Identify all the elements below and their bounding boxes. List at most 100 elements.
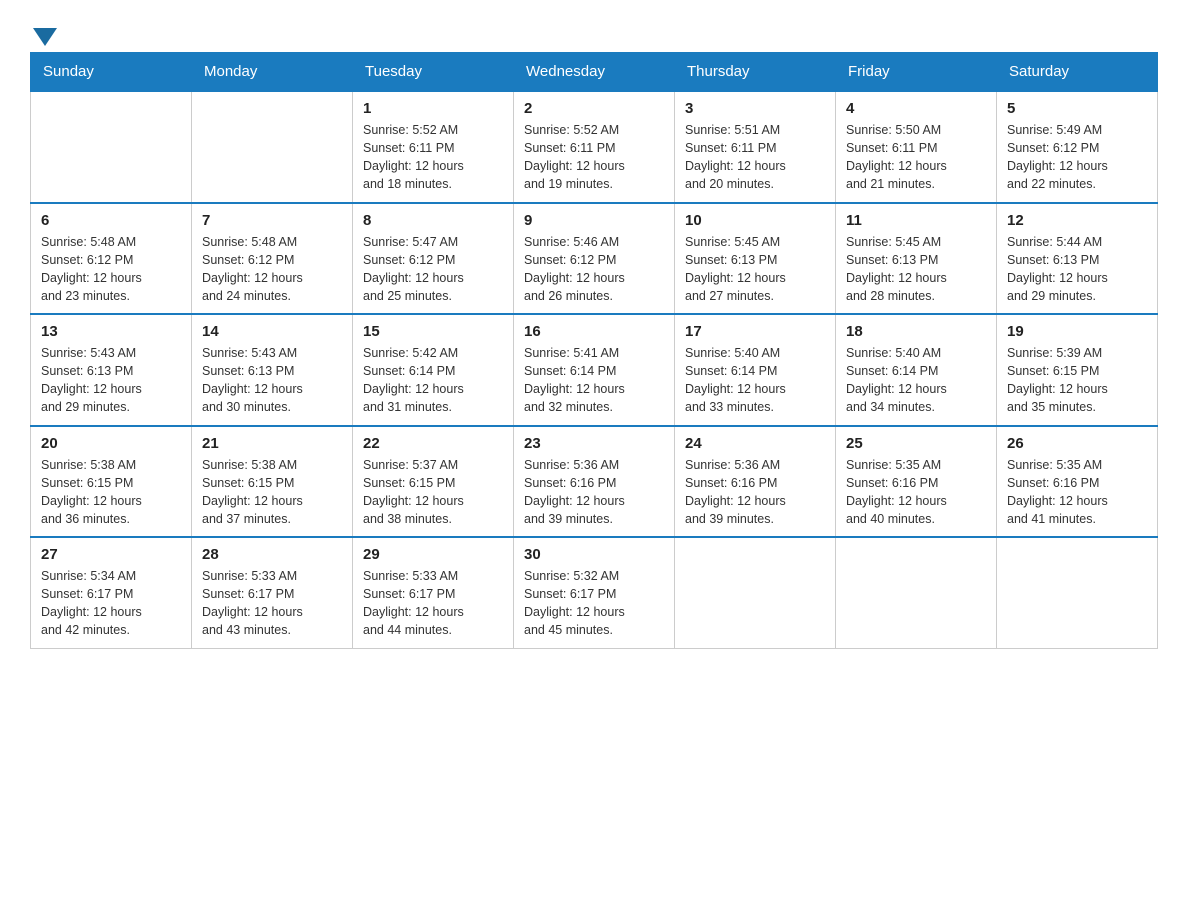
calendar-cell: 25 Sunrise: 5:35 AM Sunset: 6:16 PM Dayli… xyxy=(836,426,997,538)
calendar-cell xyxy=(836,537,997,648)
weekday-header-monday: Monday xyxy=(192,53,353,92)
day-info: Sunrise: 5:36 AM Sunset: 6:16 PM Dayligh… xyxy=(685,456,825,529)
day-number: 6 xyxy=(41,212,181,229)
calendar-cell: 22 Sunrise: 5:37 AM Sunset: 6:15 PM Dayli… xyxy=(353,426,514,538)
day-info: Sunrise: 5:34 AM Sunset: 6:17 PM Dayligh… xyxy=(41,567,181,640)
calendar-cell: 29Sunrise: 5:33 AM Sunset: 6:17 PM Dayli… xyxy=(353,537,514,648)
day-info: Sunrise: 5:52 AM Sunset: 6:11 PM Dayligh… xyxy=(363,121,503,194)
day-info: Sunrise: 5:40 AM Sunset: 6:14 PM Dayligh… xyxy=(846,344,986,417)
page-header xyxy=(30,20,1158,42)
day-info: Sunrise: 5:35 AM Sunset: 6:16 PM Dayligh… xyxy=(846,456,986,529)
day-number: 21 xyxy=(202,435,342,452)
day-info: Sunrise: 5:50 AM Sunset: 6:11 PM Dayligh… xyxy=(846,121,986,194)
day-number: 16 xyxy=(524,323,664,340)
calendar-cell: 18 Sunrise: 5:40 AM Sunset: 6:14 PM Dayli… xyxy=(836,314,997,426)
calendar-cell: 5 Sunrise: 5:49 AM Sunset: 6:12 PM Daylig… xyxy=(997,91,1158,203)
logo-arrow-icon xyxy=(33,28,57,46)
week-row-1: 1 Sunrise: 5:52 AM Sunset: 6:11 PM Daylig… xyxy=(31,91,1158,203)
day-number: 24 xyxy=(685,435,825,452)
day-info: Sunrise: 5:41 AM Sunset: 6:14 PM Dayligh… xyxy=(524,344,664,417)
day-number: 18 xyxy=(846,323,986,340)
day-number: 11 xyxy=(846,212,986,229)
day-info: Sunrise: 5:48 AM Sunset: 6:12 PM Dayligh… xyxy=(202,233,342,306)
weekday-header-row: SundayMondayTuesdayWednesdayThursdayFrid… xyxy=(31,53,1158,92)
calendar-cell: 4 Sunrise: 5:50 AM Sunset: 6:11 PM Daylig… xyxy=(836,91,997,203)
calendar-cell: 3 Sunrise: 5:51 AM Sunset: 6:11 PM Daylig… xyxy=(675,91,836,203)
calendar-cell: 12 Sunrise: 5:44 AM Sunset: 6:13 PM Dayli… xyxy=(997,203,1158,315)
day-info: Sunrise: 5:46 AM Sunset: 6:12 PM Dayligh… xyxy=(524,233,664,306)
day-number: 3 xyxy=(685,100,825,117)
calendar-cell: 9 Sunrise: 5:46 AM Sunset: 6:12 PM Daylig… xyxy=(514,203,675,315)
day-number: 9 xyxy=(524,212,664,229)
day-info: Sunrise: 5:42 AM Sunset: 6:14 PM Dayligh… xyxy=(363,344,503,417)
day-number: 12 xyxy=(1007,212,1147,229)
day-number: 14 xyxy=(202,323,342,340)
calendar-cell: 21 Sunrise: 5:38 AM Sunset: 6:15 PM Dayli… xyxy=(192,426,353,538)
day-info: Sunrise: 5:52 AM Sunset: 6:11 PM Dayligh… xyxy=(524,121,664,194)
calendar-cell: 16 Sunrise: 5:41 AM Sunset: 6:14 PM Dayli… xyxy=(514,314,675,426)
calendar-cell: 1 Sunrise: 5:52 AM Sunset: 6:11 PM Daylig… xyxy=(353,91,514,203)
calendar-cell: 19 Sunrise: 5:39 AM Sunset: 6:15 PM Dayli… xyxy=(997,314,1158,426)
day-number: 15 xyxy=(363,323,503,340)
day-number: 30 xyxy=(524,546,664,563)
calendar-cell: 30 Sunrise: 5:32 AM Sunset: 6:17 PM Dayli… xyxy=(514,537,675,648)
calendar-cell: 28Sunrise: 5:33 AM Sunset: 6:17 PM Dayli… xyxy=(192,537,353,648)
day-number: 25 xyxy=(846,435,986,452)
week-row-4: 20 Sunrise: 5:38 AM Sunset: 6:15 PM Dayli… xyxy=(31,426,1158,538)
day-number: 7 xyxy=(202,212,342,229)
day-info: Sunrise: 5:37 AM Sunset: 6:15 PM Dayligh… xyxy=(363,456,503,529)
day-info: Sunrise: 5:45 AM Sunset: 6:13 PM Dayligh… xyxy=(846,233,986,306)
calendar-cell xyxy=(997,537,1158,648)
day-info: Sunrise: 5:51 AM Sunset: 6:11 PM Dayligh… xyxy=(685,121,825,194)
day-info: Sunrise: 5:38 AM Sunset: 6:15 PM Dayligh… xyxy=(202,456,342,529)
day-number: 27 xyxy=(41,546,181,563)
calendar-cell: 24 Sunrise: 5:36 AM Sunset: 6:16 PM Dayli… xyxy=(675,426,836,538)
logo xyxy=(30,20,57,42)
calendar-cell xyxy=(192,91,353,203)
weekday-header-tuesday: Tuesday xyxy=(353,53,514,92)
calendar-cell xyxy=(675,537,836,648)
day-number: 1 xyxy=(363,100,503,117)
calendar-cell: 23Sunrise: 5:36 AM Sunset: 6:16 PM Dayli… xyxy=(514,426,675,538)
day-info: Sunrise: 5:44 AM Sunset: 6:13 PM Dayligh… xyxy=(1007,233,1147,306)
calendar-cell: 27 Sunrise: 5:34 AM Sunset: 6:17 PM Dayli… xyxy=(31,537,192,648)
day-info: Sunrise: 5:36 AM Sunset: 6:16 PM Dayligh… xyxy=(524,456,664,529)
day-info: Sunrise: 5:33 AM Sunset: 6:17 PM Dayligh… xyxy=(202,567,342,640)
day-number: 29 xyxy=(363,546,503,563)
week-row-5: 27 Sunrise: 5:34 AM Sunset: 6:17 PM Dayli… xyxy=(31,537,1158,648)
day-number: 13 xyxy=(41,323,181,340)
weekday-header-sunday: Sunday xyxy=(31,53,192,92)
day-info: Sunrise: 5:43 AM Sunset: 6:13 PM Dayligh… xyxy=(202,344,342,417)
calendar-cell: 7 Sunrise: 5:48 AM Sunset: 6:12 PM Daylig… xyxy=(192,203,353,315)
calendar-cell: 26Sunrise: 5:35 AM Sunset: 6:16 PM Dayli… xyxy=(997,426,1158,538)
day-info: Sunrise: 5:48 AM Sunset: 6:12 PM Dayligh… xyxy=(41,233,181,306)
calendar-cell: 10Sunrise: 5:45 AM Sunset: 6:13 PM Dayli… xyxy=(675,203,836,315)
day-number: 22 xyxy=(363,435,503,452)
day-number: 4 xyxy=(846,100,986,117)
day-info: Sunrise: 5:49 AM Sunset: 6:12 PM Dayligh… xyxy=(1007,121,1147,194)
day-number: 20 xyxy=(41,435,181,452)
weekday-header-thursday: Thursday xyxy=(675,53,836,92)
day-info: Sunrise: 5:32 AM Sunset: 6:17 PM Dayligh… xyxy=(524,567,664,640)
calendar-cell: 15 Sunrise: 5:42 AM Sunset: 6:14 PM Dayli… xyxy=(353,314,514,426)
day-number: 2 xyxy=(524,100,664,117)
day-number: 17 xyxy=(685,323,825,340)
calendar-cell: 14 Sunrise: 5:43 AM Sunset: 6:13 PM Dayli… xyxy=(192,314,353,426)
calendar-cell: 2 Sunrise: 5:52 AM Sunset: 6:11 PM Daylig… xyxy=(514,91,675,203)
day-info: Sunrise: 5:40 AM Sunset: 6:14 PM Dayligh… xyxy=(685,344,825,417)
day-number: 19 xyxy=(1007,323,1147,340)
day-number: 8 xyxy=(363,212,503,229)
day-number: 5 xyxy=(1007,100,1147,117)
week-row-2: 6 Sunrise: 5:48 AM Sunset: 6:12 PM Daylig… xyxy=(31,203,1158,315)
week-row-3: 13 Sunrise: 5:43 AM Sunset: 6:13 PM Dayli… xyxy=(31,314,1158,426)
day-info: Sunrise: 5:39 AM Sunset: 6:15 PM Dayligh… xyxy=(1007,344,1147,417)
weekday-header-friday: Friday xyxy=(836,53,997,92)
calendar-cell xyxy=(31,91,192,203)
calendar-cell: 8Sunrise: 5:47 AM Sunset: 6:12 PM Daylig… xyxy=(353,203,514,315)
calendar-table: SundayMondayTuesdayWednesdayThursdayFrid… xyxy=(30,52,1158,649)
day-info: Sunrise: 5:38 AM Sunset: 6:15 PM Dayligh… xyxy=(41,456,181,529)
day-number: 26 xyxy=(1007,435,1147,452)
calendar-cell: 17 Sunrise: 5:40 AM Sunset: 6:14 PM Dayli… xyxy=(675,314,836,426)
day-number: 10 xyxy=(685,212,825,229)
day-info: Sunrise: 5:43 AM Sunset: 6:13 PM Dayligh… xyxy=(41,344,181,417)
